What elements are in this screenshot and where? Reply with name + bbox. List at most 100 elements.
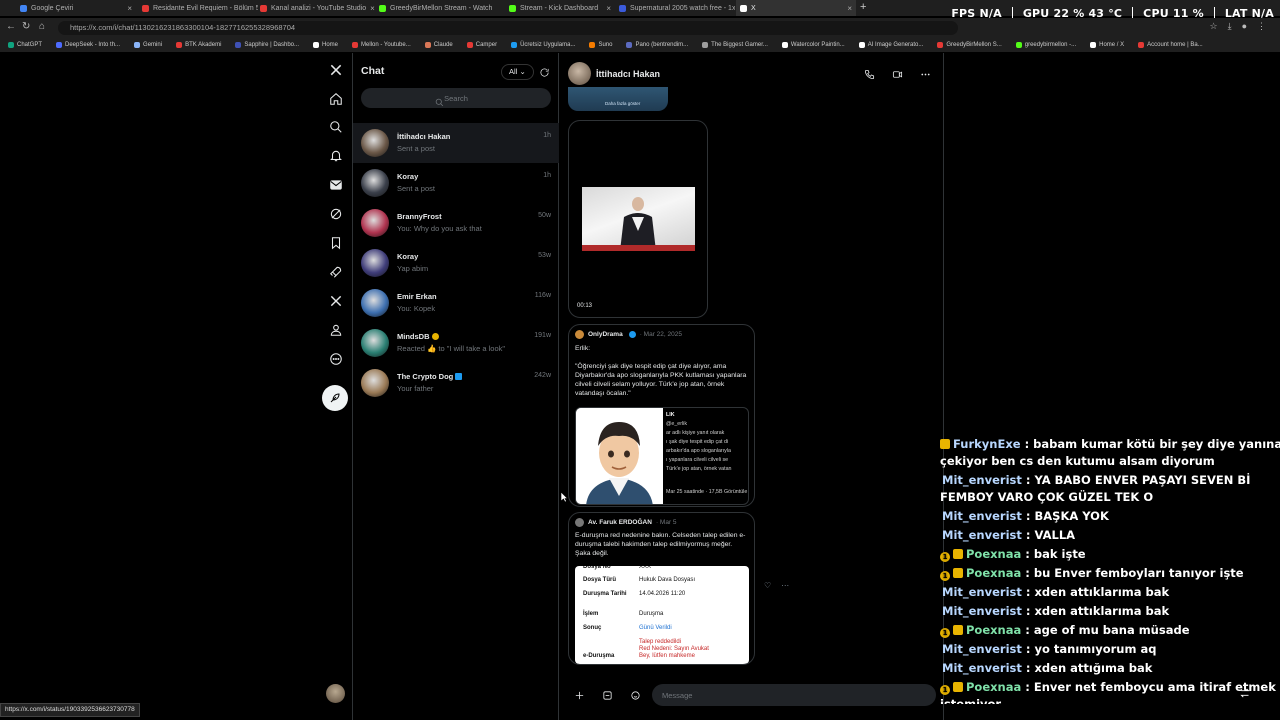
tab-close-icon[interactable]: × [127, 4, 132, 13]
bookmark-item[interactable]: BTK Akademi [176, 42, 221, 48]
browser-tab[interactable]: Residante Evil Requiem - Bölüm 5× [138, 0, 258, 16]
bookmark-item[interactable]: GreedyBirMellon S... [937, 42, 1002, 48]
more-circle-icon[interactable] [327, 350, 345, 368]
bookmark-item[interactable]: AI Image Generato... [858, 42, 923, 48]
rocket-icon[interactable] [327, 263, 345, 281]
message-input[interactable] [652, 684, 936, 706]
chat-filter-dropdown[interactable]: All ⌄ [501, 64, 534, 80]
shared-post-faruk-erdogan[interactable]: Av. Faruk ERDOĞAN · Mar 5 E-duruşma red … [568, 512, 755, 665]
video-call-button[interactable] [887, 64, 907, 84]
browser-tab[interactable]: GreedyBirMellon Stream - Watch× [375, 0, 495, 16]
conversation-preview: You: Why do you ask that [397, 224, 482, 233]
explore-search-icon[interactable] [327, 118, 345, 136]
crown-badge-icon [953, 568, 963, 578]
kick-chat-text: : age of mu bana müsade [1025, 623, 1190, 637]
x-logo-icon[interactable] [327, 61, 345, 79]
add-attachment-button[interactable] [570, 686, 588, 704]
document-value: Hukuk Dava Dosyası [639, 577, 696, 583]
bookmark-item[interactable]: Suno [589, 42, 612, 48]
bookmark-item[interactable]: Gemini [134, 42, 162, 48]
browser-tab[interactable]: X × [736, 0, 856, 16]
more-options-button[interactable] [915, 64, 935, 84]
overlay-toggle-button[interactable] [1234, 682, 1256, 704]
crown-badge-icon [953, 682, 963, 692]
menu-icon[interactable]: ⋮ [1257, 21, 1266, 32]
bookmark-item[interactable]: Sapphire | Dashbo... [235, 42, 299, 48]
bookmark-icon[interactable] [327, 234, 345, 252]
emoji-button[interactable] [626, 686, 644, 704]
message-more-icon[interactable]: ··· [781, 581, 789, 590]
bookmark-item[interactable]: Camper [466, 42, 497, 48]
conversation-item[interactable]: Emir Erkan You: Kopek 116w [353, 283, 559, 323]
browser-tab[interactable]: Kanal analizi - YouTube Studio × [256, 0, 376, 16]
browser-tab[interactable]: Google Çeviri × [16, 0, 136, 16]
star-icon[interactable]: ☆ [1210, 21, 1218, 32]
bookmark-item[interactable]: Mellon - Youtube... [352, 42, 411, 48]
bookmark-item[interactable]: Watercolor Paintin... [781, 42, 845, 48]
conversation-item[interactable]: MindsDB Reacted 👍 to "I will take a look"… [353, 323, 559, 363]
back-icon[interactable]: ← [6, 21, 16, 32]
bookmark-item[interactable]: Ücretsiz Uygulama... [511, 42, 575, 48]
bookmark-item[interactable]: Claude [424, 42, 453, 48]
bookmark-favicon-icon [937, 42, 944, 48]
document-row: Duruşma Tarihi 14.04.2026 11:20 [583, 591, 685, 598]
address-bar[interactable]: https://x.com/i/chat/1130216231863300104… [58, 21, 958, 35]
grok-icon[interactable] [327, 205, 345, 223]
conversation-item[interactable]: Koray Yap abim 53w [353, 243, 559, 283]
video-thumbnail[interactable] [582, 187, 695, 251]
conversation-time: 50w [538, 212, 551, 219]
new-tab-button[interactable]: + [860, 1, 866, 13]
messages-envelope-icon[interactable] [327, 176, 345, 194]
author-avatar [575, 518, 584, 527]
premium-x-icon[interactable] [327, 292, 345, 310]
profile-icon[interactable]: ● [1242, 21, 1247, 32]
notifications-bell-icon[interactable] [327, 147, 345, 165]
conversation-avatar[interactable] [568, 62, 591, 85]
conversation-item[interactable]: İttihadcı Hakan Sent a post 1h [353, 123, 559, 163]
bookmark-item[interactable]: The Biggest Gamer... [702, 42, 768, 48]
kick-chat-username: Poexnaa [966, 566, 1022, 580]
bookmark-item[interactable]: Home / X [1090, 42, 1124, 48]
profile-person-icon[interactable] [327, 321, 345, 339]
chat-list-panel: Chat All ⌄ İttihadcı HakanSent a post1hK… [352, 53, 559, 720]
extension-icons: ☆ ⤓ ● ⋮ [1210, 21, 1267, 32]
tab-favicon-icon [740, 4, 747, 12]
home-icon[interactable]: ⌂ [39, 21, 45, 32]
document-row: Dosya Türü Hukuk Dava Dosyası [583, 577, 695, 584]
reload-icon[interactable]: ↻ [22, 21, 30, 32]
bookmark-item[interactable]: DeepSeek - Into th... [56, 42, 120, 48]
feather-icon [330, 393, 340, 403]
browser-tab[interactable]: Supernatural 2005 watch free - 1x× [615, 0, 735, 16]
bookmark-item[interactable]: ChatGPT [8, 42, 42, 48]
quoted-post-screenshot: LIK @e_erlik ar adlı kişiye yanıt olarak ı … [575, 407, 749, 505]
shared-post-onlydrama[interactable]: OnlyDrama · Mar 22, 2025 Erlik: "Öğrenci… [568, 324, 755, 507]
tab-close-icon[interactable]: × [847, 4, 852, 13]
download-icon[interactable]: ⤓ [1228, 21, 1232, 32]
chat-search-input[interactable] [361, 88, 551, 108]
media-button[interactable] [598, 686, 616, 704]
account-avatar[interactable] [326, 684, 345, 703]
browser-tab[interactable]: Stream - Kick Dashboard × [505, 0, 615, 16]
compose-post-button[interactable] [322, 385, 348, 411]
tab-close-icon[interactable]: × [606, 4, 611, 13]
bookmark-favicon-icon [1090, 42, 1097, 48]
kick-chat-text: : xden attıklarıma bak [1025, 604, 1170, 618]
bookmark-item[interactable]: greedybirmellon -... [1015, 42, 1076, 48]
bookmark-item[interactable]: Account home | Ba... [1138, 42, 1203, 48]
bookmark-item[interactable]: Pano (bentrendim... [626, 42, 688, 48]
react-heart-icon[interactable]: ♡ [764, 581, 771, 590]
conversation-item[interactable]: Koray Sent a post 1h [353, 163, 559, 203]
home-nav-icon[interactable] [327, 90, 345, 108]
document-key: İşlem [583, 611, 599, 617]
video-message[interactable]: 00:13 [568, 120, 708, 318]
voice-call-button[interactable] [859, 64, 879, 84]
document-key: Duruşma Tarihi [583, 591, 627, 597]
bookmark-label: Claude [433, 42, 453, 48]
conversation-item[interactable]: The Crypto Dog Your father 242w [353, 363, 559, 403]
bookmark-item[interactable]: Home [313, 42, 338, 48]
crown-badge-icon [953, 625, 963, 635]
new-chat-button[interactable] [536, 64, 552, 80]
conversation-name: Emir Erkan [397, 292, 437, 301]
conversation-item[interactable]: BrannyFrost You: Why do you ask that 50w [353, 203, 559, 243]
conversation-name[interactable]: İttihadcı Hakan [596, 69, 660, 79]
